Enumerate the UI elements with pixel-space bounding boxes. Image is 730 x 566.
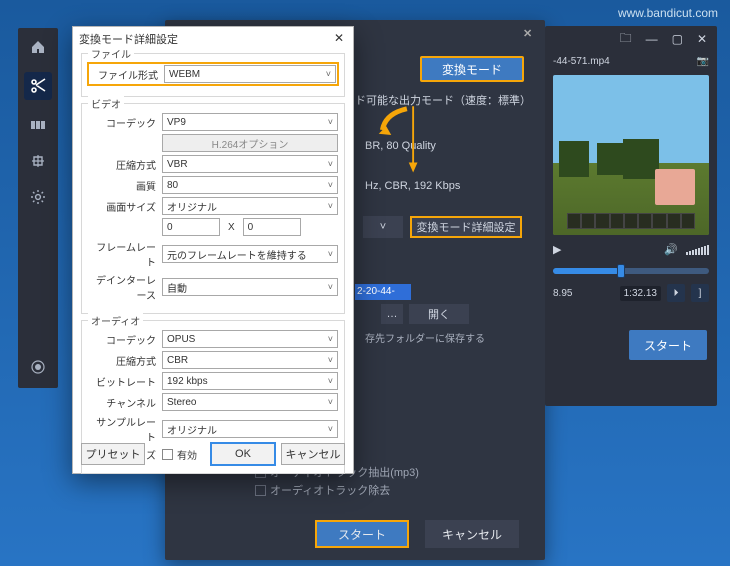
camera-icon[interactable]: 📷: [697, 56, 709, 67]
volume-icon[interactable]: 🔊: [664, 243, 678, 256]
video-height-input[interactable]: 0: [243, 218, 301, 236]
preview-toolbar: 🗀 — ▢ ✕: [545, 26, 717, 52]
audio-compress-value: CBR: [167, 355, 188, 366]
audio-bitrate-select[interactable]: 192 kbps: [162, 372, 338, 390]
cancel-button[interactable]: キャンセル: [425, 520, 519, 548]
audio-compress-label: 圧縮方式: [88, 353, 162, 368]
time-start: 8.95: [553, 288, 572, 299]
audio-sample-value: オリジナル: [167, 422, 217, 437]
dialog-title: 変換モード詳細設定: [79, 31, 178, 47]
export-window-actions: スタート キャンセル: [315, 520, 519, 548]
maximize-icon[interactable]: ▢: [672, 32, 683, 46]
preset-button[interactable]: プリセット: [81, 443, 145, 465]
file-format-value: WEBM: [169, 69, 200, 80]
audio-group-legend: オーディオ: [88, 313, 143, 328]
audio-codec-value: OPUS: [167, 334, 195, 345]
preview-start-button[interactable]: スタート: [629, 330, 707, 360]
audio-sample-select[interactable]: オリジナル: [162, 420, 338, 438]
time-end: 1:32.13: [620, 286, 661, 301]
mode-description: ド可能な出力モード（速度：標準）: [355, 92, 531, 108]
preview-thumbnail[interactable]: [553, 75, 709, 235]
h264-options-button: H.264オプション: [162, 134, 338, 152]
output-path-fragment: 2-20-44-571: [355, 284, 411, 300]
audio-summary: Hz, CBR, 192 Kbps: [365, 180, 460, 192]
close-icon[interactable]: ✕: [523, 27, 537, 41]
output-folder-controls: … 開く: [381, 304, 469, 324]
mode-dropdown[interactable]: ˅: [363, 216, 403, 238]
video-fps-select[interactable]: 元のフレームレートを維持する: [162, 245, 338, 263]
video-group: ビデオ コーデックVP9 H.264オプション 圧縮方式VBR 画質80 画面サ…: [81, 103, 345, 314]
record-icon[interactable]: [27, 356, 49, 378]
size-x-label: X: [222, 222, 241, 233]
home-icon[interactable]: [27, 36, 49, 58]
start-button[interactable]: スタート: [315, 520, 409, 548]
video-summary: BR, 80 Quality: [365, 140, 436, 152]
video-quality-label: 画質: [88, 178, 162, 193]
video-quality-select[interactable]: 80: [162, 176, 338, 194]
convert-mode-button[interactable]: 変換モード: [420, 56, 524, 82]
dialog-cancel-button[interactable]: キャンセル: [281, 443, 345, 465]
video-size-select[interactable]: オリジナル: [162, 197, 338, 215]
cut-icon[interactable]: [24, 72, 52, 100]
audio-codec-label: コーデック: [88, 332, 162, 347]
gear-icon[interactable]: [27, 186, 49, 208]
file-format-row: ファイル形式 WEBM: [88, 63, 338, 85]
video-compress-select[interactable]: VBR: [162, 155, 338, 173]
open-folder-button[interactable]: 開く: [409, 304, 469, 324]
audio-codec-select[interactable]: OPUS: [162, 330, 338, 348]
video-fps-label: フレームレート: [88, 239, 162, 269]
video-size-value: オリジナル: [167, 199, 217, 214]
audio-bitrate-label: ビットレート: [88, 374, 162, 389]
video-group-legend: ビデオ: [88, 96, 124, 111]
mark-out-icon[interactable]: ]: [691, 284, 709, 302]
video-deint-label: デインターレース: [88, 272, 162, 302]
minimize-icon[interactable]: —: [646, 32, 658, 46]
preview-filename: -44-571.mp4: [553, 56, 610, 67]
preview-filename-row: -44-571.mp4 📷: [545, 52, 717, 71]
video-deint-select[interactable]: 自動: [162, 278, 338, 296]
watermark: www.bandicut.com: [618, 6, 718, 20]
close-icon[interactable]: ✕: [331, 31, 347, 47]
preview-controls: ▶ 🔊: [553, 243, 709, 256]
time-controls: 8.95 1:32.13 ⏵ ]: [553, 284, 709, 302]
split-icon[interactable]: [27, 114, 49, 136]
seek-bar[interactable]: [553, 268, 709, 274]
browse-button[interactable]: …: [381, 304, 403, 324]
file-group-legend: ファイル: [88, 46, 134, 61]
video-codec-label: コーデック: [88, 115, 162, 130]
convert-detail-button[interactable]: 変換モード詳細設定: [410, 216, 522, 238]
audio-bitrate-value: 192 kbps: [167, 376, 208, 387]
audio-channel-value: Stereo: [167, 397, 196, 408]
dialog-actions: プリセット OK キャンセル: [81, 443, 345, 465]
audio-compress-select[interactable]: CBR: [162, 351, 338, 369]
video-deint-value: 自動: [167, 280, 187, 295]
preview-panel: 🗀 — ▢ ✕ -44-571.mp4 📷 ▶ 🔊 8.95 1:32.13 ⏵…: [545, 26, 717, 406]
video-width-input[interactable]: 0: [162, 218, 220, 236]
audio-channel-label: チャンネル: [88, 395, 162, 410]
folder-icon[interactable]: 🗀: [620, 29, 632, 50]
file-format-select[interactable]: WEBM: [164, 65, 336, 83]
video-compress-value: VBR: [167, 159, 188, 170]
audio-sample-label: サンプルレート: [88, 414, 162, 444]
save-to-folder-label: 存先フォルダーに保存する: [365, 330, 485, 345]
video-size-label: 画面サイズ: [88, 199, 162, 214]
join-icon[interactable]: [27, 150, 49, 172]
remove-audio-label: オーディオトラック除去: [270, 482, 390, 498]
convert-settings-dialog: 変換モード詳細設定 ✕ ファイル ファイル形式 WEBM ビデオ コーデック VP…: [72, 26, 354, 474]
file-group: ファイル ファイル形式 WEBM: [81, 53, 345, 97]
video-quality-value: 80: [167, 180, 178, 191]
video-compress-label: 圧縮方式: [88, 157, 162, 172]
video-codec-value: VP9: [167, 117, 186, 128]
play-icon[interactable]: ▶: [553, 243, 561, 256]
video-fps-value: 元のフレームレートを維持する: [167, 247, 307, 262]
remove-audio-checkbox[interactable]: オーディオトラック除去: [255, 482, 390, 498]
file-format-label: ファイル形式: [90, 67, 164, 82]
sidebar-rail: [18, 28, 58, 388]
close-icon[interactable]: ✕: [697, 32, 707, 46]
video-codec-select[interactable]: VP9: [162, 113, 338, 131]
volume-bars[interactable]: [686, 245, 709, 255]
audio-channel-select[interactable]: Stereo: [162, 393, 338, 411]
step-forward-icon[interactable]: ⏵: [667, 284, 685, 302]
ok-button[interactable]: OK: [211, 443, 275, 465]
